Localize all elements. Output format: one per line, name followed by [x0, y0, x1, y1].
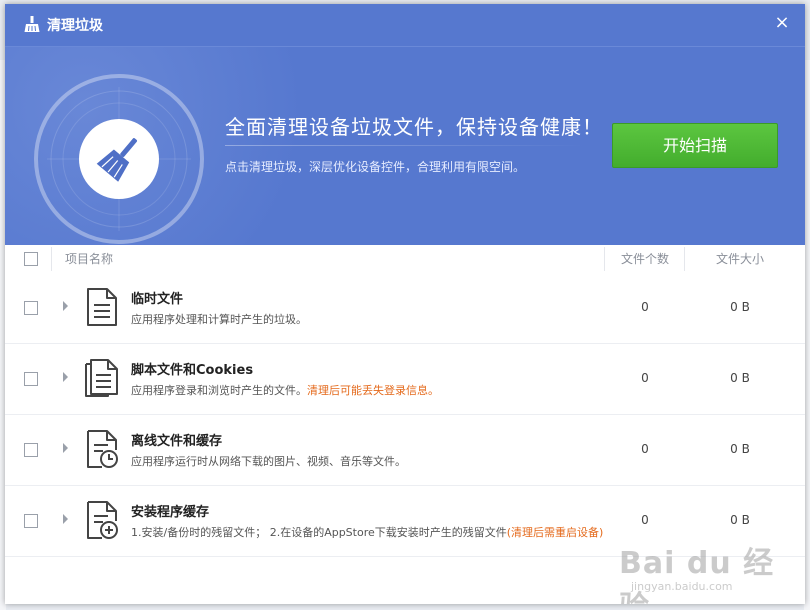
row-description: 应用程序登录和浏览时产生的文件。清理后可能丢失登录信息。	[131, 384, 439, 397]
expand-arrow-icon[interactable]	[63, 443, 68, 453]
column-header-size[interactable]: 文件大小	[685, 250, 795, 267]
cookie-warning: 清理后可能丢失登录信息。	[307, 384, 439, 397]
broom-icon	[24, 16, 40, 32]
headline-divider	[225, 145, 585, 146]
title-bar: 清理垃圾 ×	[5, 4, 805, 47]
row-file-size: 0 B	[730, 513, 750, 527]
documents-stack-icon	[85, 359, 118, 397]
banner-headline: 全面清理设备垃圾文件，保持设备健康！	[225, 115, 603, 139]
row-name: 离线文件和缓存	[131, 434, 223, 449]
hero-banner: 全面清理设备垃圾文件，保持设备健康！ 点击清理垃圾，深层优化设备控件，合理利用有…	[5, 47, 805, 245]
expand-arrow-icon[interactable]	[63, 301, 68, 311]
row-file-count: 0	[641, 300, 649, 314]
row-file-size: 0 B	[730, 371, 750, 385]
document-clock-icon	[87, 430, 118, 468]
row-description: 1.安装/备份时的残留文件； 2.在设备的AppStore下载安装时产生的残留文…	[131, 526, 604, 539]
clean-junk-dialog: 清理垃圾 × 全面清理设备垃圾文件，保持设备健康！ 点击清理垃圾，深层优化设备控…	[5, 4, 805, 604]
row-description: 应用程序处理和计算时产生的垃圾。	[131, 313, 307, 326]
installer-warning: (清理后需重启设备)	[506, 526, 604, 539]
row-checkbox[interactable]	[24, 514, 38, 528]
baidu-watermark: Bai du 经验 jingyan.baidu.com	[619, 534, 779, 604]
start-scan-button[interactable]: 开始扫描	[612, 123, 778, 168]
table-row-scripts-cookies[interactable]: 脚本文件和Cookies 应用程序登录和浏览时产生的文件。清理后可能丢失登录信息…	[5, 344, 805, 415]
table-header: 项目名称 文件个数 文件大小	[5, 245, 805, 273]
close-button[interactable]: ×	[771, 12, 793, 34]
row-file-size: 0 B	[730, 442, 750, 456]
row-file-count: 0	[641, 442, 649, 456]
window-title: 清理垃圾	[47, 18, 103, 34]
table-row-offline-cache[interactable]: 离线文件和缓存 应用程序运行时从网络下载的图片、视频、音乐等文件。 0 0 B	[5, 415, 805, 486]
row-file-size: 0 B	[730, 300, 750, 314]
row-file-count: 0	[641, 513, 649, 527]
document-add-icon	[87, 501, 118, 539]
row-checkbox[interactable]	[24, 443, 38, 457]
table-row-temp-files[interactable]: 临时文件 应用程序处理和计算时产生的垃圾。 0 0 B	[5, 273, 805, 344]
header-separator	[51, 247, 52, 271]
column-header-count[interactable]: 文件个数	[605, 250, 685, 267]
expand-arrow-icon[interactable]	[63, 372, 68, 382]
column-header-name[interactable]: 项目名称	[65, 250, 113, 267]
watermark-main: Bai du 经验	[619, 546, 775, 604]
row-name: 临时文件	[131, 292, 184, 307]
row-description: 应用程序运行时从网络下载的图片、视频、音乐等文件。	[131, 455, 406, 468]
row-checkbox[interactable]	[24, 301, 38, 315]
broom-dial-icon	[34, 74, 204, 244]
close-icon: ×	[774, 12, 790, 33]
watermark-sub: jingyan.baidu.com	[631, 580, 733, 593]
row-file-count: 0	[641, 371, 649, 385]
expand-arrow-icon[interactable]	[63, 514, 68, 524]
row-name: 安装程序缓存	[131, 505, 210, 520]
row-name: 脚本文件和Cookies	[131, 363, 254, 378]
select-all-checkbox[interactable]	[24, 252, 38, 266]
document-icon	[87, 288, 117, 326]
row-checkbox[interactable]	[24, 372, 38, 386]
banner-subline: 点击清理垃圾，深层优化设备控件，合理利用有限空间。	[225, 160, 526, 174]
